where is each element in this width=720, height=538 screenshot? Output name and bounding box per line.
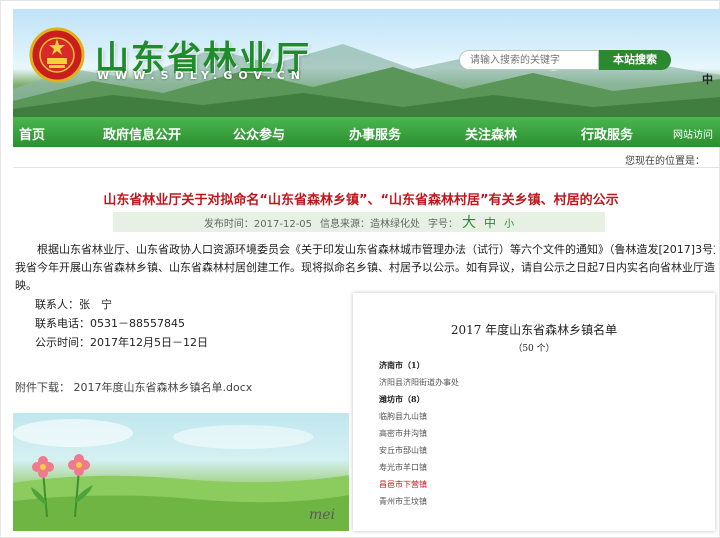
notice-time: 公示时间：2017年12月5日－12日 — [35, 336, 208, 349]
document-list-item: 高密市井沟镇 — [379, 429, 427, 438]
nav-item-admin-services[interactable]: 行政服务 — [581, 124, 633, 143]
breadcrumb: 您现在的位置是： — [625, 156, 705, 167]
document-list-item: 安丘市郚山镇 — [379, 446, 427, 455]
nav-item-home[interactable]: 首页 — [19, 124, 45, 143]
paragraph-line: 根据山东省林业厅、山东省政协人口资源环境委员会《关于印发山东省森林城市管理办法（… — [15, 243, 715, 256]
paragraph-line: 我省今年开展山东省森林乡镇、山东省森林村居创建工作。现将拟命名乡镇、村居予以公示… — [15, 261, 715, 274]
font-size-label: 字号： — [428, 218, 459, 230]
divider — [13, 167, 720, 168]
document-title: 2017 年度山东省森林乡镇名单 — [450, 323, 618, 337]
font-size-medium-button[interactable]: 中 — [484, 214, 496, 231]
flower-illustration — [13, 419, 349, 531]
artist-signature: mei — [309, 507, 336, 523]
article-title: 山东省林业厅关于对拟命名“山东省森林乡镇”、“山东省森林村居”有关乡镇、村居的公… — [103, 193, 619, 208]
document-list-item: 昌邑市下营镇 — [379, 480, 427, 489]
header-banner: 山东省林业厅 WWW.SDLY.GOV.CN 本站搜索 中 — [13, 9, 720, 117]
contact-phone: 联系电话：0531－88557845 — [35, 317, 185, 330]
decorative-illustration: mei — [13, 413, 349, 531]
nav-item-gov-info[interactable]: 政府信息公开 — [103, 124, 181, 143]
nav-item-site-visit[interactable]: 网站访问 — [673, 126, 713, 141]
document-preview: 2017 年度山东省森林乡镇名单 （50 个） 济南市（1） 济阳县济阳街道办事处… — [353, 293, 715, 531]
main-nav: 首页 政府信息公开 公众参与 办事服务 关注森林 行政服务 网站访问 — [13, 117, 720, 147]
font-size-large-button[interactable]: 大 — [462, 212, 476, 232]
info-source: 信息来源：造林绿化处 — [320, 218, 421, 230]
document-list-item: 济阳县济阳街道办事处 — [379, 378, 459, 387]
attachment-download-link[interactable]: 附件下载： 2017年度山东省森林乡镇名单.docx — [15, 379, 252, 395]
language-switch[interactable]: 中 — [702, 71, 713, 87]
site-url: WWW.SDLY.GOV.CN — [97, 69, 306, 82]
document-list: 济南市（1） 济阳县济阳街道办事处 潍坊市（8） 临朐县九山镇 高密市井沟镇 安丘市郚山镇… — [379, 357, 459, 510]
document-list-item: 青州市王坟镇 — [379, 497, 427, 506]
site-search-button[interactable]: 本站搜索 — [599, 50, 671, 70]
nav-item-services[interactable]: 办事服务 — [349, 124, 401, 143]
article-meta-bar: 发布时间：2017-12-05 信息来源：造林绿化处 字号： 大 中 小 — [113, 212, 605, 232]
document-list-header: 潍坊市（8） — [379, 394, 425, 404]
font-size-small-button[interactable]: 小 — [504, 215, 514, 230]
document-subtitle: （50 个） — [513, 344, 555, 354]
document-list-item: 寿光市羊口镇 — [379, 463, 427, 472]
nav-item-forest[interactable]: 关注森林 — [465, 124, 517, 143]
page-frame: 山东省林业厅 WWW.SDLY.GOV.CN 本站搜索 中 首页 政府信息公开 … — [0, 0, 720, 538]
article-paragraph: 根据山东省林业厅、山东省政协人口资源环境委员会《关于印发山东省森林城市管理办法（… — [15, 241, 715, 295]
national-emblem-icon — [29, 27, 85, 83]
contact-person: 联系人：张 宁 — [35, 298, 112, 311]
document-list-item: 临朐县九山镇 — [379, 412, 427, 421]
search-input[interactable] — [459, 50, 599, 70]
publish-time: 发布时间：2017-12-05 — [203, 218, 313, 230]
nav-item-public-participation[interactable]: 公众参与 — [233, 124, 285, 143]
document-list-header: 济南市（1） — [379, 360, 425, 370]
